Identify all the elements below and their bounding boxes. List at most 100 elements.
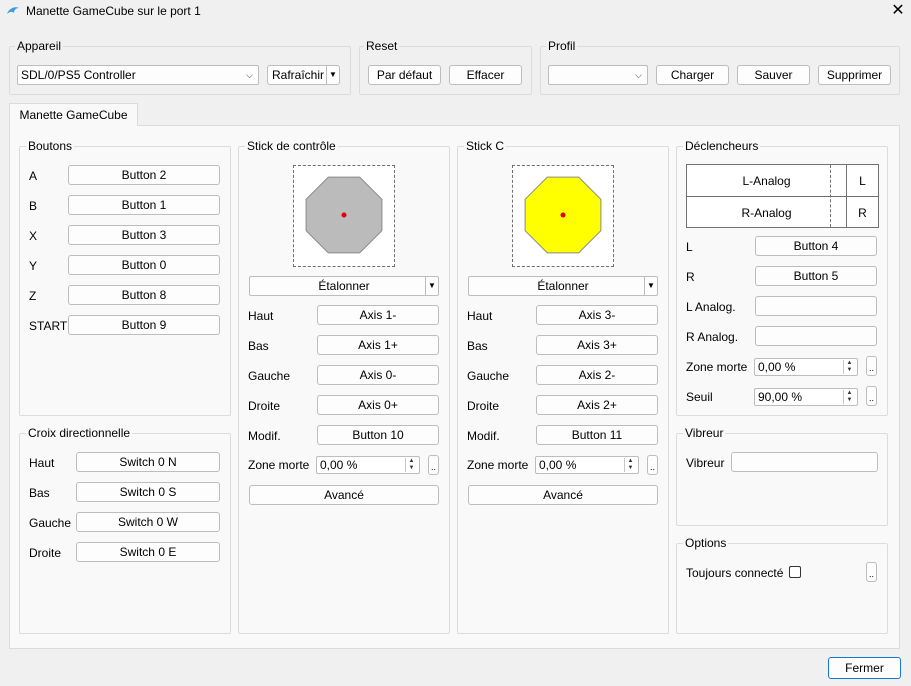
stick-position-dot bbox=[560, 212, 566, 218]
button-mapping[interactable]: Button 2 bbox=[68, 165, 220, 185]
dpad-mapping[interactable]: Switch 0 W bbox=[76, 512, 220, 532]
rumble-row-label: Vibreur bbox=[686, 456, 725, 470]
spin-arrows-icon[interactable]: ▲ ▼ bbox=[624, 458, 636, 472]
main_stick-mapping[interactable]: Axis 0+ bbox=[317, 395, 439, 415]
c_stick-mapping[interactable]: Axis 2- bbox=[536, 365, 658, 385]
triggers-label: Déclencheurs bbox=[683, 139, 761, 153]
l-key-cell: L bbox=[859, 174, 866, 188]
main-deadzone-value: 0,00 % bbox=[320, 458, 358, 472]
button-mapping[interactable]: Button 1 bbox=[68, 195, 220, 215]
c_stick-row-label: Bas bbox=[467, 339, 488, 353]
button-mapping[interactable]: Button 0 bbox=[68, 255, 220, 275]
refresh-button[interactable]: Rafraîchir ▼ bbox=[267, 65, 340, 85]
rumble-group bbox=[676, 433, 888, 526]
c_stick-mapping[interactable]: Axis 3+ bbox=[536, 335, 658, 355]
main_stick-mapping[interactable]: Button 10 bbox=[317, 425, 439, 445]
chevron-down-icon: ⌵ bbox=[246, 70, 253, 80]
button-mapping[interactable]: Button 3 bbox=[68, 225, 220, 245]
dropdown-arrow-icon[interactable]: ▼ bbox=[326, 66, 339, 84]
profil-label: Profil bbox=[546, 39, 578, 53]
main-advanced-button[interactable]: Avancé bbox=[249, 485, 439, 505]
main-calibrate-button[interactable]: Étalonner ▼ bbox=[249, 276, 439, 296]
dpad-mapping[interactable]: Switch 0 N bbox=[76, 452, 220, 472]
c_stick-mapping[interactable]: Axis 3- bbox=[536, 305, 658, 325]
options-group bbox=[676, 543, 888, 634]
c-stick-label: Stick C bbox=[464, 139, 507, 153]
c_stick-row-label: Modif. bbox=[467, 429, 500, 443]
c_stick-mapping[interactable]: Axis 2+ bbox=[536, 395, 658, 415]
threshold-spinbox[interactable]: 90,00 % ▲ ▼ bbox=[754, 388, 858, 406]
options-more-button[interactable]: .. bbox=[866, 562, 877, 582]
dolphin-icon bbox=[7, 7, 19, 14]
spin-arrows-icon[interactable]: ▲ ▼ bbox=[843, 390, 855, 404]
trigger-mapping[interactable] bbox=[755, 296, 877, 316]
c-deadzone-spinbox[interactable]: 0,00 % ▲ ▼ bbox=[535, 456, 639, 474]
dpad-label: Croix directionnelle bbox=[26, 426, 133, 440]
dpad-mapping[interactable]: Switch 0 S bbox=[76, 482, 220, 502]
dpad-mapping[interactable]: Switch 0 E bbox=[76, 542, 220, 562]
main_stick-mapping[interactable]: Axis 1+ bbox=[317, 335, 439, 355]
threshold-more-button[interactable]: .. bbox=[866, 386, 877, 406]
spin-arrows-icon[interactable]: ▲ ▼ bbox=[843, 360, 855, 374]
c-stick-octagon bbox=[524, 176, 602, 254]
trigger-mapping[interactable]: Button 5 bbox=[755, 266, 877, 286]
r-analog-cell: R-Analog bbox=[741, 206, 792, 220]
c_stick-row-label: Droite bbox=[467, 399, 500, 413]
chevron-down-icon: ⌵ bbox=[635, 70, 642, 80]
threshold-value: 90,00 % bbox=[758, 390, 803, 404]
button-row-label: Y bbox=[29, 259, 38, 273]
dpad-row-label: Haut bbox=[29, 456, 55, 470]
trigger-mapping[interactable]: Button 4 bbox=[755, 236, 877, 256]
options-label: Options bbox=[683, 536, 729, 550]
c_stick-row-label: Haut bbox=[467, 309, 493, 323]
device-value: SDL/0/PS5 Controller bbox=[21, 68, 136, 82]
refresh-label: Rafraîchir bbox=[272, 68, 325, 82]
c-calibrate-button[interactable]: Étalonner ▼ bbox=[468, 276, 658, 296]
button-row-label: Z bbox=[29, 289, 37, 303]
c-deadzone-more-button[interactable]: .. bbox=[647, 455, 658, 475]
c-calibrate-label: Étalonner bbox=[537, 279, 589, 293]
device-select[interactable]: SDL/0/PS5 Controller ⌵ bbox=[17, 65, 259, 85]
dpad-row-label: Droite bbox=[29, 546, 62, 560]
c-advanced-button[interactable]: Avancé bbox=[468, 485, 658, 505]
tab-gamecube[interactable]: Manette GameCube bbox=[9, 103, 138, 126]
dropdown-arrow-icon[interactable]: ▼ bbox=[425, 277, 438, 295]
delete-button[interactable]: Supprimer bbox=[818, 65, 891, 85]
c-deadzone-value: 0,00 % bbox=[539, 458, 577, 472]
spin-arrows-icon[interactable]: ▲ ▼ bbox=[405, 458, 417, 472]
load-button[interactable]: Charger bbox=[656, 65, 729, 85]
main_stick-mapping[interactable]: Axis 1- bbox=[317, 305, 439, 325]
main_stick-row-label: Droite bbox=[248, 399, 281, 413]
main_stick-mapping[interactable]: Axis 0- bbox=[317, 365, 439, 385]
rumble-button[interactable] bbox=[731, 452, 878, 472]
reset-label: Reset bbox=[364, 39, 400, 53]
button-row-label: X bbox=[29, 229, 38, 243]
trig-deadzone-spinbox[interactable]: 0,00 % ▲ ▼ bbox=[754, 358, 858, 376]
trigger-row-label: R Analog. bbox=[686, 330, 739, 344]
save-button[interactable]: Sauver bbox=[737, 65, 810, 85]
default-button[interactable]: Par défaut bbox=[368, 65, 441, 85]
trig-deadzone-more-button[interactable]: .. bbox=[866, 356, 877, 376]
dropdown-arrow-icon[interactable]: ▼ bbox=[644, 277, 657, 295]
c_stick-row-label: Gauche bbox=[467, 369, 510, 383]
boutons-label: Boutons bbox=[26, 139, 75, 153]
profile-select[interactable]: ⌵ bbox=[548, 65, 648, 85]
c_stick-mapping[interactable]: Button 11 bbox=[536, 425, 658, 445]
button-mapping[interactable]: Button 9 bbox=[68, 315, 220, 335]
c-stick-preview bbox=[512, 165, 614, 267]
always-connected-checkbox[interactable] bbox=[789, 566, 801, 578]
main-deadzone-more-button[interactable]: .. bbox=[428, 455, 439, 475]
trigger-mapping[interactable] bbox=[755, 326, 877, 346]
rumble-label: Vibreur bbox=[683, 426, 726, 440]
dpad-row-label: Bas bbox=[29, 486, 50, 500]
close-icon[interactable]: ✕ bbox=[888, 1, 908, 21]
trigger-row-label: R bbox=[686, 270, 695, 284]
clear-button[interactable]: Effacer bbox=[449, 65, 522, 85]
close-button[interactable]: Fermer bbox=[828, 657, 901, 679]
dpad-row-label: Gauche bbox=[29, 516, 72, 530]
button-mapping[interactable]: Button 8 bbox=[68, 285, 220, 305]
main-deadzone-spinbox[interactable]: 0,00 % ▲ ▼ bbox=[316, 456, 420, 474]
threshold-label: Seuil bbox=[686, 390, 713, 404]
boutons-group bbox=[19, 146, 231, 416]
trigger-row-label: L Analog. bbox=[686, 300, 736, 314]
